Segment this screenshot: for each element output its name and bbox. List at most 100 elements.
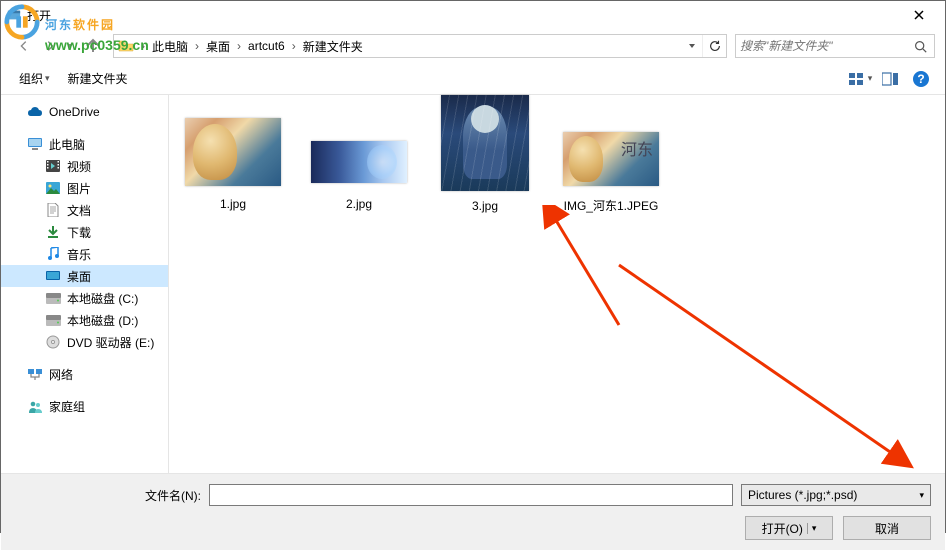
file-type-combo[interactable]: Pictures (*.jpg;*.psd) ▾ [741,484,931,506]
breadcrumb-chevron[interactable]: › [289,35,299,57]
cancel-button[interactable]: 取消 [843,516,931,540]
breadcrumb-item[interactable]: artcut6 [244,35,289,57]
file-thumbnail [185,115,281,189]
close-button[interactable] [899,4,939,26]
file-item[interactable]: 2.jpg [305,111,413,215]
nav-row: › 此电脑 › 桌面 › artcut6 › 新建文件夹 [1,29,945,63]
sidebar-item-dvd[interactable]: DVD 驱动器 (E:) [1,331,168,353]
file-type-value: Pictures (*.jpg;*.psd) [748,488,857,502]
sidebar-item-label: 视频 [67,158,91,175]
filename-input[interactable] [209,484,733,506]
search-box[interactable] [735,34,935,58]
sidebar-item-music[interactable]: 音乐 [1,243,168,265]
sidebar-item-disk-c[interactable]: 本地磁盘 (C:) [1,287,168,309]
sidebar-item-label: 图片 [67,180,91,197]
address-bar[interactable]: › 此电脑 › 桌面 › artcut6 › 新建文件夹 [113,34,727,58]
sidebar-item-onedrive[interactable]: OneDrive [1,101,168,123]
nav-forward-button[interactable] [37,33,63,59]
footer: 文件名(N): Pictures (*.jpg;*.psd) ▾ 打开(O) ▾… [1,473,945,550]
drive-icon [45,312,61,328]
annotation-arrow [539,205,639,335]
preview-pane-button[interactable] [877,67,903,91]
desktop-icon [45,268,61,284]
sidebar-item-label: OneDrive [49,105,100,119]
sidebar-item-pictures[interactable]: 图片 [1,177,168,199]
sidebar-item-label: 音乐 [67,246,91,263]
file-name-label: 1.jpg [220,197,246,211]
sidebar-item-label: 文档 [67,202,91,219]
sidebar-item-label: 此电脑 [49,136,85,153]
file-thumbnail [437,95,533,191]
breadcrumb-item[interactable]: 桌面 [202,35,234,57]
app-icon [7,8,21,22]
cloud-icon [27,104,43,120]
svg-text:?: ? [917,72,924,86]
open-button-label: 打开(O) [762,520,803,537]
main-area: OneDrive 此电脑 视频 图片 文档 [1,95,945,473]
drive-icon [45,290,61,306]
breadcrumb-item[interactable]: 此电脑 [148,35,192,57]
sidebar-item-downloads[interactable]: 下载 [1,221,168,243]
file-name-label: 2.jpg [346,197,372,211]
search-icon[interactable] [910,36,930,56]
filename-label: 文件名(N): [145,487,201,504]
address-dropdown[interactable] [682,35,702,57]
new-folder-button[interactable]: 新建文件夹 [62,66,134,91]
download-icon [45,224,61,240]
file-thumbnail: 河东 [563,115,659,189]
annotation-arrow [609,255,929,485]
new-folder-label: 新建文件夹 [68,70,128,87]
breadcrumb-chevron[interactable]: › [234,35,244,57]
file-item[interactable]: 河东 IMG_河东1.JPEG [557,111,665,218]
sidebar-item-label: 本地磁盘 (D:) [67,312,138,329]
titlebar: 打开 [1,1,945,29]
cancel-button-label: 取消 [875,520,899,537]
network-icon [27,366,43,382]
sidebar-item-documents[interactable]: 文档 [1,199,168,221]
breadcrumb-chevron[interactable]: › [192,35,202,57]
sidebar-item-network[interactable]: 网络 [1,363,168,385]
folder-icon [118,39,134,53]
video-icon [45,158,61,174]
window-title: 打开 [27,7,899,24]
sidebar-item-label: 家庭组 [49,398,85,415]
organize-button[interactable]: 组织 ▾ [13,66,56,91]
chevron-down-icon: ▾ [868,73,873,84]
file-name-label: 3.jpg [472,199,498,213]
picture-icon [45,180,61,196]
chevron-down-icon: ▾ [45,73,50,84]
nav-history-dropdown[interactable] [63,42,77,50]
sidebar-item-label: DVD 驱动器 (E:) [67,334,154,351]
homegroup-icon [27,398,43,414]
toolbar: 组织 ▾ 新建文件夹 ▾ ? [1,63,945,95]
computer-icon [27,136,43,152]
music-icon [45,246,61,262]
sidebar-item-desktop[interactable]: 桌面 [1,265,168,287]
dvd-icon [45,334,61,350]
file-item[interactable]: 3.jpg [431,111,539,217]
search-input[interactable] [740,39,910,53]
breadcrumb-item[interactable]: 新建文件夹 [299,35,367,57]
file-name-label: IMG_河东1.JPEG [564,197,659,214]
sidebar-item-label: 下载 [67,224,91,241]
sidebar-item-homegroup[interactable]: 家庭组 [1,395,168,417]
sidebar-item-videos[interactable]: 视频 [1,155,168,177]
chevron-down-icon: ▾ [807,523,817,534]
sidebar: OneDrive 此电脑 视频 图片 文档 [1,95,169,473]
file-item[interactable]: 1.jpg [179,111,287,215]
sidebar-item-label: 桌面 [67,268,91,285]
file-thumbnail [311,115,407,189]
refresh-button[interactable] [702,35,726,57]
chevron-down-icon: ▾ [919,490,924,501]
file-list[interactable]: 1.jpg 2.jpg 3.jpg [169,95,945,473]
sidebar-item-label: 网络 [49,366,73,383]
view-mode-button[interactable]: ▾ [847,67,873,91]
open-button[interactable]: 打开(O) ▾ [745,516,833,540]
help-button[interactable]: ? [909,67,933,91]
nav-back-button[interactable] [11,33,37,59]
breadcrumb-chevron[interactable]: › [138,35,148,57]
sidebar-item-this-pc[interactable]: 此电脑 [1,133,168,155]
document-icon [45,202,61,218]
nav-up-button[interactable] [81,34,105,58]
sidebar-item-disk-d[interactable]: 本地磁盘 (D:) [1,309,168,331]
